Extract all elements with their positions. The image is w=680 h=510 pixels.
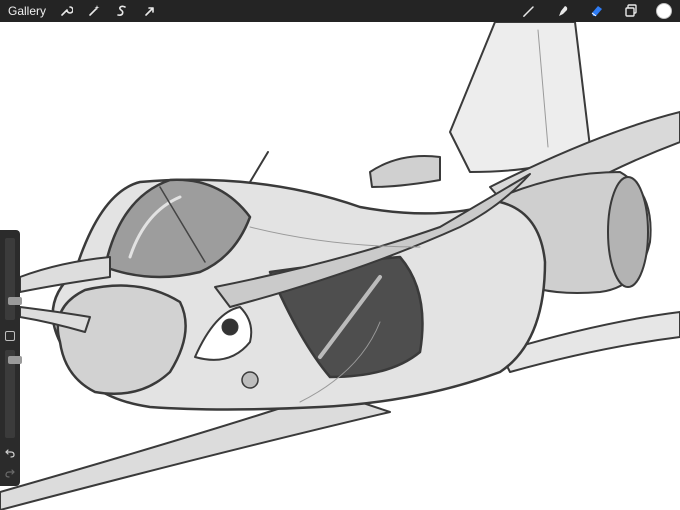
brush-icon[interactable]	[520, 2, 538, 20]
brush-opacity-slider[interactable]	[5, 350, 22, 438]
tool-group-right	[504, 0, 680, 22]
top-toolbar: Gallery	[0, 0, 680, 22]
selection-icon[interactable]	[114, 3, 130, 19]
wrench-icon[interactable]	[58, 3, 74, 19]
magic-wand-icon[interactable]	[86, 3, 102, 19]
brush-size-thumb[interactable]	[8, 297, 22, 305]
redo-icon[interactable]	[3, 466, 17, 480]
layers-icon[interactable]	[622, 2, 640, 20]
drawing-canvas[interactable]	[0, 22, 680, 510]
eraser-icon[interactable]	[588, 2, 606, 20]
undo-icon[interactable]	[3, 446, 17, 460]
brush-sidebar	[0, 230, 22, 486]
transform-arrow-icon[interactable]	[142, 3, 158, 19]
brush-size-slider[interactable]	[5, 238, 22, 320]
modify-button[interactable]	[5, 331, 15, 341]
smudge-icon[interactable]	[554, 2, 572, 20]
brush-opacity-thumb[interactable]	[8, 356, 22, 364]
gallery-button[interactable]: Gallery	[8, 4, 46, 18]
jet-illustration	[0, 22, 680, 510]
color-picker-swatch[interactable]	[656, 3, 672, 19]
